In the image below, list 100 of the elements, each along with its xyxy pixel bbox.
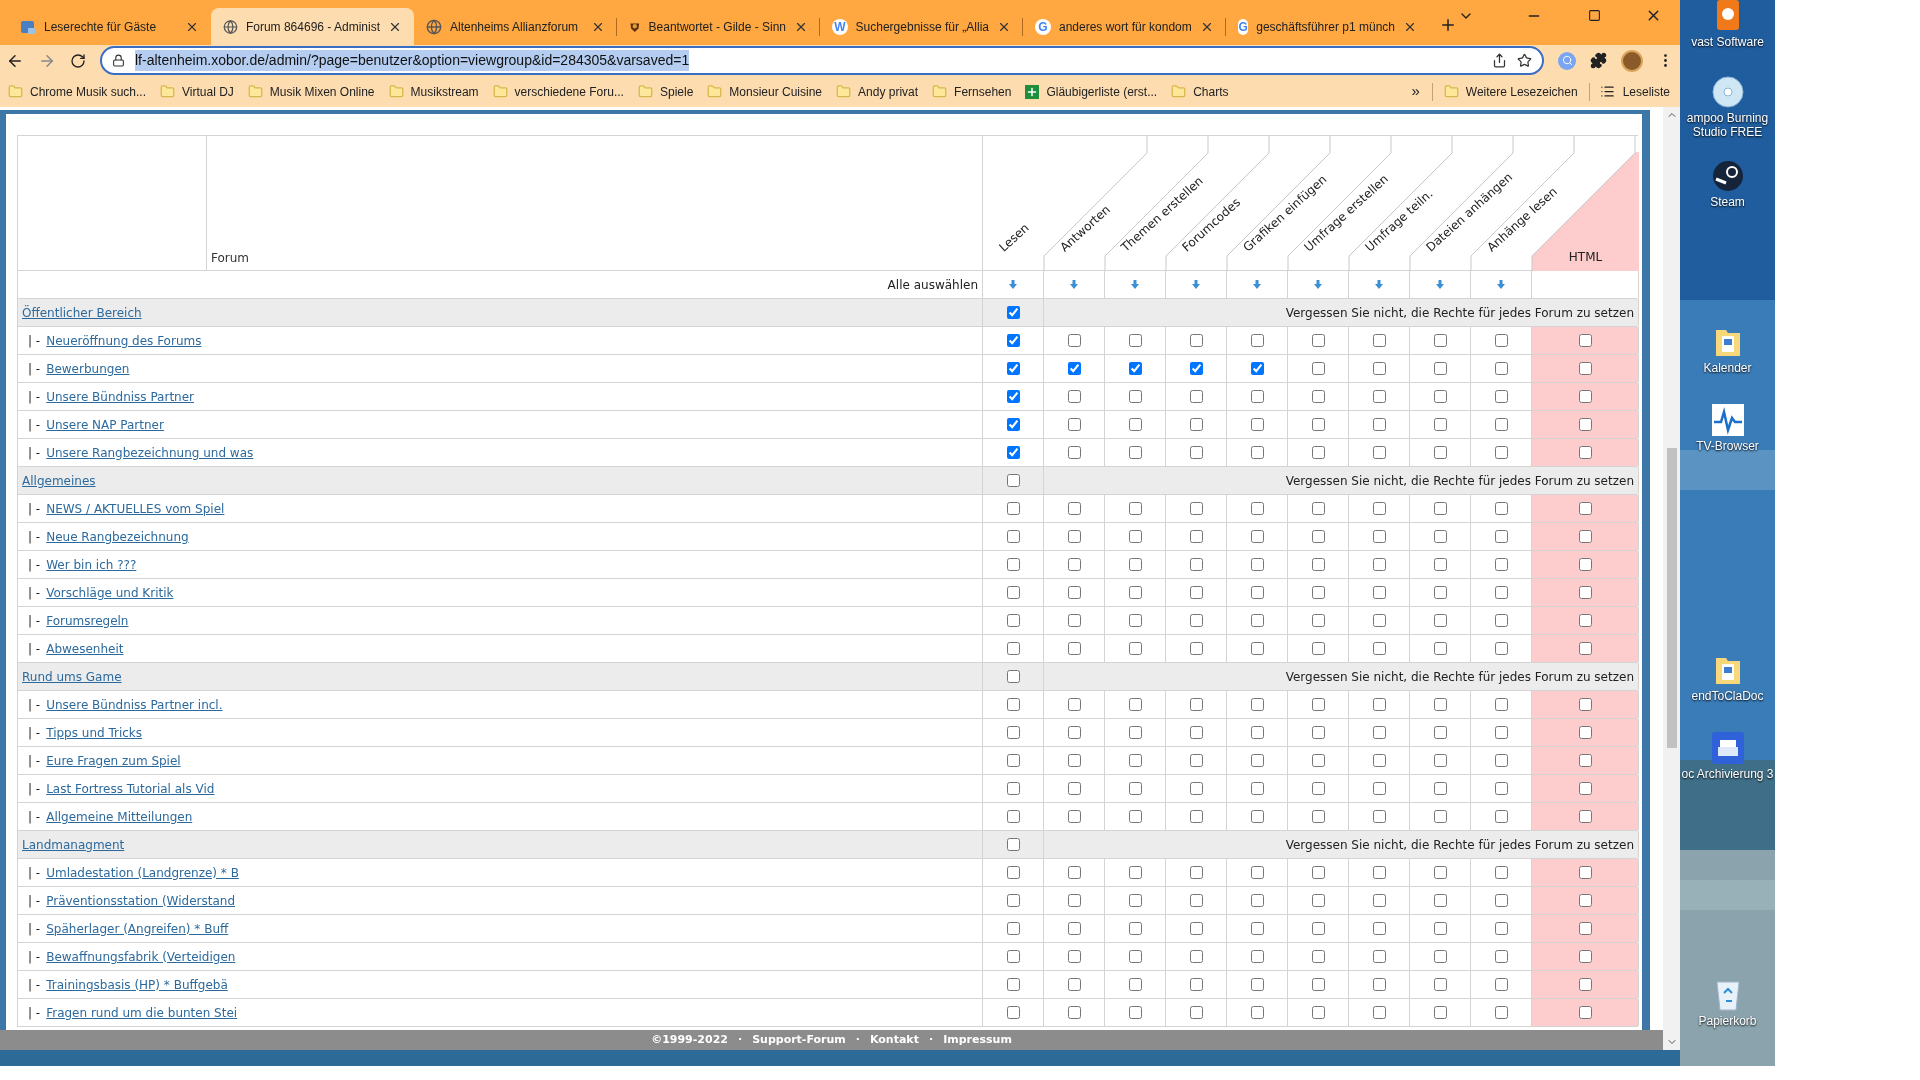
permission-checkbox[interactable] bbox=[1006, 866, 1020, 879]
desktop-icon-label[interactable]: Steam bbox=[1710, 195, 1745, 209]
permission-checkbox[interactable] bbox=[1067, 950, 1081, 963]
permission-checkbox[interactable] bbox=[1372, 978, 1386, 991]
forum-link[interactable]: Späherlager (Angreifen) * Buff bbox=[46, 919, 229, 938]
forum-link[interactable]: Neueröffnung des Forums bbox=[46, 331, 202, 350]
permission-checkbox[interactable] bbox=[1067, 502, 1081, 515]
permission-checkbox[interactable] bbox=[1189, 334, 1203, 347]
desktop-icon-label[interactable]: Kalender bbox=[1703, 361, 1752, 375]
select-column-arrow-icon[interactable] bbox=[1436, 280, 1444, 289]
bookmark-star-icon[interactable] bbox=[1517, 53, 1532, 68]
footer-link[interactable]: Support-Forum bbox=[752, 1031, 846, 1049]
permission-checkbox[interactable] bbox=[1006, 474, 1020, 487]
permission-checkbox[interactable] bbox=[1128, 894, 1142, 907]
permission-checkbox[interactable] bbox=[1311, 866, 1325, 879]
permission-checkbox[interactable] bbox=[1189, 950, 1203, 963]
permission-checkbox[interactable] bbox=[1250, 978, 1264, 991]
permission-checkbox[interactable] bbox=[1250, 418, 1264, 431]
avatar-icon[interactable] bbox=[1621, 49, 1643, 72]
permission-checkbox[interactable] bbox=[1433, 586, 1447, 599]
permission-checkbox[interactable] bbox=[1250, 614, 1264, 627]
permission-checkbox[interactable] bbox=[1128, 782, 1142, 795]
permission-checkbox[interactable] bbox=[1372, 894, 1386, 907]
permission-checkbox[interactable] bbox=[1372, 810, 1386, 823]
permission-checkbox[interactable] bbox=[1433, 950, 1447, 963]
permission-checkbox[interactable] bbox=[1189, 978, 1203, 991]
permission-checkbox[interactable] bbox=[1494, 978, 1508, 991]
reading-list-icon[interactable] bbox=[1599, 84, 1615, 99]
permission-checkbox[interactable] bbox=[1128, 614, 1142, 627]
permission-checkbox[interactable] bbox=[1578, 502, 1592, 515]
permission-checkbox[interactable] bbox=[1578, 418, 1592, 431]
forum-link[interactable]: Trainingsbasis (HP) * Buffgebä bbox=[46, 975, 228, 994]
permission-checkbox[interactable] bbox=[1189, 726, 1203, 739]
permission-checkbox[interactable] bbox=[1494, 446, 1508, 459]
permission-checkbox[interactable] bbox=[1433, 1006, 1447, 1019]
permission-checkbox[interactable] bbox=[1067, 446, 1081, 459]
permission-checkbox[interactable] bbox=[1128, 754, 1142, 767]
permission-checkbox[interactable] bbox=[1067, 418, 1081, 431]
permission-checkbox[interactable] bbox=[1006, 978, 1020, 991]
permission-checkbox[interactable] bbox=[1006, 754, 1020, 767]
permission-checkbox[interactable] bbox=[1189, 502, 1203, 515]
permission-checkbox[interactable] bbox=[1578, 586, 1592, 599]
permission-checkbox[interactable] bbox=[1372, 362, 1386, 375]
permission-checkbox[interactable] bbox=[1189, 390, 1203, 403]
permission-checkbox[interactable] bbox=[1494, 586, 1508, 599]
permission-checkbox[interactable] bbox=[1433, 866, 1447, 879]
permission-checkbox[interactable] bbox=[1372, 866, 1386, 879]
permission-checkbox[interactable] bbox=[1578, 1006, 1592, 1019]
permission-checkbox[interactable] bbox=[1006, 782, 1020, 795]
permission-checkbox[interactable] bbox=[1578, 698, 1592, 711]
permission-checkbox[interactable] bbox=[1494, 922, 1508, 935]
category-link[interactable]: Allgemeines bbox=[22, 471, 96, 490]
permission-checkbox[interactable] bbox=[1494, 390, 1508, 403]
permission-checkbox[interactable] bbox=[1494, 502, 1508, 515]
permission-checkbox[interactable] bbox=[1494, 418, 1508, 431]
permission-checkbox[interactable] bbox=[1128, 362, 1142, 375]
permission-checkbox[interactable] bbox=[1006, 726, 1020, 739]
permission-checkbox[interactable] bbox=[1128, 950, 1142, 963]
permission-checkbox[interactable] bbox=[1494, 530, 1508, 543]
permission-checkbox[interactable] bbox=[1250, 866, 1264, 879]
permission-checkbox[interactable] bbox=[1006, 810, 1020, 823]
permission-checkbox[interactable] bbox=[1128, 978, 1142, 991]
permission-checkbox[interactable] bbox=[1372, 502, 1386, 515]
forum-link[interactable]: Abwesenheit bbox=[46, 639, 124, 658]
forum-link[interactable]: Bewaffnungsfabrik (Verteidigen bbox=[46, 947, 236, 966]
permission-checkbox[interactable] bbox=[1311, 754, 1325, 767]
permission-checkbox[interactable] bbox=[1578, 782, 1592, 795]
permission-checkbox[interactable] bbox=[1433, 642, 1447, 655]
permission-checkbox[interactable] bbox=[1189, 530, 1203, 543]
permission-checkbox[interactable] bbox=[1311, 810, 1325, 823]
bookmark-link[interactable]: Chrome Musik such... bbox=[30, 82, 147, 101]
permission-checkbox[interactable] bbox=[1006, 670, 1020, 683]
permission-checkbox[interactable] bbox=[1189, 446, 1203, 459]
permission-checkbox[interactable] bbox=[1433, 698, 1447, 711]
permission-checkbox[interactable] bbox=[1067, 362, 1081, 375]
permission-checkbox[interactable] bbox=[1494, 558, 1508, 571]
permission-checkbox[interactable] bbox=[1578, 894, 1592, 907]
permission-checkbox[interactable] bbox=[1311, 418, 1325, 431]
permission-checkbox[interactable] bbox=[1433, 446, 1447, 459]
permission-checkbox[interactable] bbox=[1128, 530, 1142, 543]
permission-checkbox[interactable] bbox=[1250, 586, 1264, 599]
permission-checkbox[interactable] bbox=[1311, 362, 1325, 375]
permission-checkbox[interactable] bbox=[1311, 446, 1325, 459]
desktop-icon-label[interactable]: vast Software bbox=[1691, 35, 1764, 49]
permission-checkbox[interactable] bbox=[1494, 334, 1508, 347]
permission-checkbox[interactable] bbox=[1128, 922, 1142, 935]
desktop-icon-label[interactable]: oc Archivierung 3 bbox=[1681, 767, 1774, 781]
browser-tab[interactable]: Leserechte für Gäste bbox=[8, 8, 211, 45]
permission-checkbox[interactable] bbox=[1250, 390, 1264, 403]
permission-checkbox[interactable] bbox=[1250, 334, 1264, 347]
select-column-arrow-icon[interactable] bbox=[1375, 280, 1383, 289]
forum-link[interactable]: Umladestation (Landgrenze) * B bbox=[46, 863, 239, 882]
permission-checkbox[interactable] bbox=[1006, 642, 1020, 655]
permission-checkbox[interactable] bbox=[1578, 642, 1592, 655]
permission-checkbox[interactable] bbox=[1006, 362, 1020, 375]
reload-icon[interactable] bbox=[70, 52, 86, 69]
permission-checkbox[interactable] bbox=[1250, 922, 1264, 935]
bookmark-link[interactable]: Charts bbox=[1193, 82, 1229, 101]
permission-checkbox[interactable] bbox=[1250, 558, 1264, 571]
forum-link[interactable]: Tipps und Tricks bbox=[46, 723, 143, 742]
